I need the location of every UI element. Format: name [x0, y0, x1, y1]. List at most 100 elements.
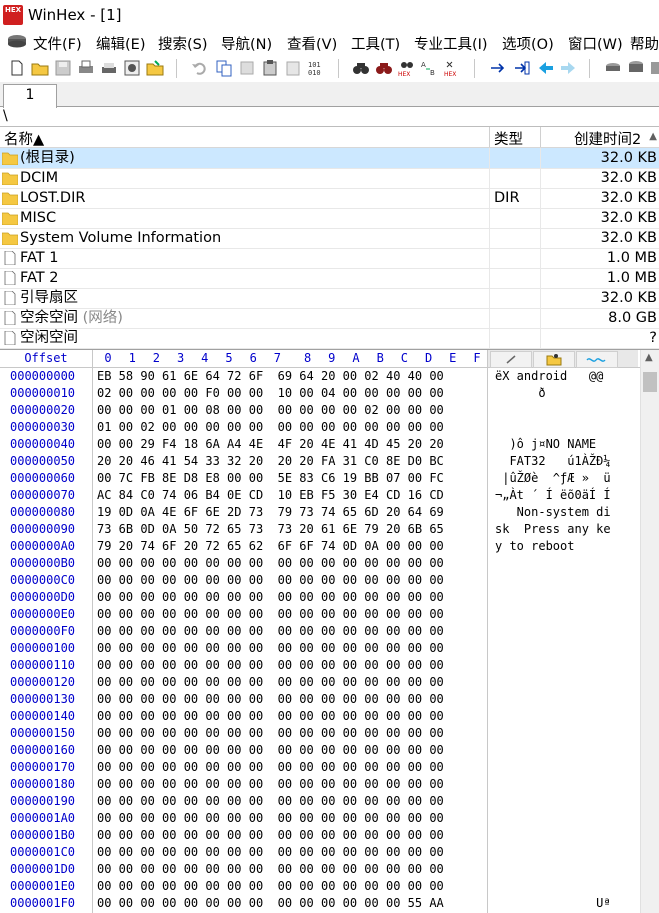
text-folder-button[interactable]	[533, 351, 575, 368]
hex-bytes[interactable]: 00 00 00 00 00 00 00 00 00 00 00 00 00 0…	[97, 555, 444, 572]
directory-row[interactable]: FAT 2 1.0 MB	[0, 268, 659, 289]
list-scroll-up-icon[interactable]: ▲	[649, 131, 657, 142]
hex-bytes[interactable]: AC 84 C0 74 06 B4 0E CD 10 EB F5 30 E4 C…	[97, 487, 444, 504]
cut-icon[interactable]	[238, 59, 256, 77]
hex-bytes[interactable]: 00 00 00 00 00 00 00 00 00 00 00 00 00 0…	[97, 708, 444, 725]
hex-ascii[interactable]: ëX android @@	[495, 368, 603, 385]
paste-icon[interactable]	[261, 59, 279, 77]
menu-file[interactable]: 文件(F)	[33, 33, 82, 54]
text-edit-button[interactable]	[490, 351, 532, 368]
copy-icon[interactable]	[215, 59, 233, 77]
hex-row[interactable]: 0000001D0 00 00 00 00 00 00 00 00 00 00 0…	[0, 861, 640, 878]
hex-row[interactable]: 000000120 00 00 00 00 00 00 00 00 00 00 0…	[0, 674, 640, 691]
hex-ascii[interactable]: |ûŽØè ^ƒÆ » ü	[495, 470, 610, 487]
hex-bytes[interactable]: 00 00 00 00 00 00 00 00 00 00 00 00 00 0…	[97, 878, 444, 895]
hex-bytes[interactable]: 00 00 00 00 00 00 00 00 00 00 00 00 00 0…	[97, 674, 444, 691]
hex-row[interactable]: 000000130 00 00 00 00 00 00 00 00 00 00 0…	[0, 691, 640, 708]
hex-row[interactable]: 000000110 00 00 00 00 00 00 00 00 00 00 0…	[0, 657, 640, 674]
menu-edit[interactable]: 编辑(E)	[96, 33, 145, 54]
hex-bytes[interactable]: 00 00 00 00 00 00 00 00 00 00 00 00 00 0…	[97, 895, 444, 912]
back-arrow-icon[interactable]	[537, 59, 555, 77]
hex-row[interactable]: 000000040 00 00 29 F4 18 6A A4 4E 4F 20 4…	[0, 436, 640, 453]
hex-row[interactable]: 000000150 00 00 00 00 00 00 00 00 00 00 0…	[0, 725, 640, 742]
disk-stack-icon[interactable]	[627, 59, 645, 77]
hex-bytes[interactable]: 00 00 00 00 00 00 00 00 00 00 00 00 00 0…	[97, 793, 444, 810]
hex-row[interactable]: 000000100 00 00 00 00 00 00 00 00 00 00 0…	[0, 640, 640, 657]
hex-row[interactable]: 000000160 00 00 00 00 00 00 00 00 00 00 0…	[0, 742, 640, 759]
hex-bytes[interactable]: 01 00 02 00 00 00 00 00 00 00 00 00 00 0…	[97, 419, 444, 436]
hex-ascii[interactable]: ¬„Àt ´ Í ëõ0äÍ Í	[495, 487, 611, 504]
open-folder-icon[interactable]	[31, 59, 49, 77]
hex-ascii[interactable]: Uª	[495, 895, 610, 912]
hex-vertical-scrollbar[interactable]: ▲	[640, 350, 659, 913]
menu-tools[interactable]: 工具(T)	[351, 33, 400, 54]
printer-alt-icon[interactable]	[100, 59, 118, 77]
disk-menu-icon[interactable]	[6, 34, 28, 48]
replace-hex-icon[interactable]: HEX	[444, 59, 462, 77]
column-header-type[interactable]: 类型	[494, 128, 523, 149]
find-icon[interactable]	[352, 59, 370, 77]
hex-row[interactable]: 0000001E0 00 00 00 00 00 00 00 00 00 00 0…	[0, 878, 640, 895]
save-icon[interactable]	[54, 59, 72, 77]
column-header-name[interactable]: 名称▲	[4, 128, 44, 149]
hex-row[interactable]: 0000001F0 00 00 00 00 00 00 00 00 00 00 0…	[0, 895, 640, 912]
menu-navigate[interactable]: 导航(N)	[221, 33, 272, 54]
hex-row[interactable]: 000000020 00 00 00 01 00 08 00 00 00 00 0…	[0, 402, 640, 419]
column-divider[interactable]	[489, 127, 490, 147]
hex-row[interactable]: 0000001A0 00 00 00 00 00 00 00 00 00 00 0…	[0, 810, 640, 827]
hex-row[interactable]: 0000000A0 79 20 74 6F 20 72 65 62 6F 6F 7…	[0, 538, 640, 555]
hex-row[interactable]: 000000140 00 00 00 00 00 00 00 00 00 00 0…	[0, 708, 640, 725]
hex-bytes[interactable]: 79 20 74 6F 20 72 65 62 6F 6F 74 0D 0A 0…	[97, 538, 444, 555]
hex-bytes[interactable]: 00 00 00 00 00 00 00 00 00 00 00 00 00 0…	[97, 810, 444, 827]
hex-ascii[interactable]: y to reboot	[495, 538, 574, 555]
directory-row[interactable]: 空余空间 (网络) 8.0 GB	[0, 308, 659, 329]
hex-bytes[interactable]: 00 00 00 00 00 00 00 00 00 00 00 00 00 0…	[97, 589, 444, 606]
offset-header[interactable]: Offset	[0, 350, 93, 367]
disk-image-icon[interactable]	[650, 59, 659, 77]
directory-row[interactable]: (根目录) 32.0 KB	[0, 148, 659, 169]
binary-icon[interactable]: 101010	[307, 59, 325, 77]
hex-row[interactable]: 0000000B0 00 00 00 00 00 00 00 00 00 00 0…	[0, 555, 640, 572]
hex-row[interactable]: 0000000E0 00 00 00 00 00 00 00 00 00 00 0…	[0, 606, 640, 623]
hex-row[interactable]: 000000190 00 00 00 00 00 00 00 00 00 00 0…	[0, 793, 640, 810]
hex-bytes[interactable]: 00 00 00 00 00 00 00 00 00 00 00 00 00 0…	[97, 725, 444, 742]
hex-bytes[interactable]: 00 00 00 00 00 00 00 00 00 00 00 00 00 0…	[97, 640, 444, 657]
menu-options[interactable]: 选项(O)	[502, 33, 554, 54]
menu-view[interactable]: 查看(V)	[287, 33, 337, 54]
scroll-up-icon[interactable]: ▲	[645, 352, 653, 363]
hex-bytes[interactable]: 00 00 00 01 00 08 00 00 00 00 00 00 02 0…	[97, 402, 444, 419]
hex-row[interactable]: 0000000C0 00 00 00 00 00 00 00 00 00 00 0…	[0, 572, 640, 589]
column-divider[interactable]	[540, 127, 541, 147]
directory-row[interactable]: FAT 1 1.0 MB	[0, 248, 659, 269]
hex-row[interactable]: 0000000D0 00 00 00 00 00 00 00 00 00 00 0…	[0, 589, 640, 606]
hex-row[interactable]: 000000170 00 00 00 00 00 00 00 00 00 00 0…	[0, 759, 640, 776]
hex-bytes[interactable]: EB 58 90 61 6E 64 72 6F 69 64 20 00 02 4…	[97, 368, 444, 385]
find-hex-icon[interactable]: HEX	[398, 59, 416, 77]
hex-bytes[interactable]: 02 00 00 00 00 F0 00 00 10 00 04 00 00 0…	[97, 385, 444, 402]
hex-bytes[interactable]: 00 00 00 00 00 00 00 00 00 00 00 00 00 0…	[97, 572, 444, 589]
menu-help[interactable]: 帮助	[630, 33, 659, 54]
hex-bytes[interactable]: 00 00 00 00 00 00 00 00 00 00 00 00 00 0…	[97, 844, 444, 861]
scrollbar-thumb[interactable]	[643, 372, 657, 392]
hex-row[interactable]: 000000060 00 7C FB 8E D8 E8 00 00 5E 83 C…	[0, 470, 640, 487]
hex-bytes[interactable]: 00 00 00 00 00 00 00 00 00 00 00 00 00 0…	[97, 861, 444, 878]
tab-1[interactable]: 1	[3, 84, 57, 108]
text-wave-button[interactable]	[576, 351, 618, 368]
hex-row[interactable]: 000000070 AC 84 C0 74 06 B4 0E CD 10 EB F…	[0, 487, 640, 504]
properties-icon[interactable]	[123, 59, 141, 77]
paste-alt-icon[interactable]	[284, 59, 302, 77]
hex-bytes[interactable]: 00 00 00 00 00 00 00 00 00 00 00 00 00 0…	[97, 657, 444, 674]
directory-row[interactable]: MISC 32.0 KB	[0, 208, 659, 229]
hex-bytes[interactable]: 00 00 00 00 00 00 00 00 00 00 00 00 00 0…	[97, 691, 444, 708]
directory-row[interactable]: LOST.DIR DIR 32.0 KB	[0, 188, 659, 209]
hex-bytes[interactable]: 73 6B 0D 0A 50 72 65 73 73 20 61 6E 79 2…	[97, 521, 444, 538]
hex-bytes[interactable]: 00 00 00 00 00 00 00 00 00 00 00 00 00 0…	[97, 742, 444, 759]
undo-icon[interactable]	[190, 59, 208, 77]
directory-row[interactable]: DCIM 32.0 KB	[0, 168, 659, 189]
menu-window[interactable]: 窗口(W)	[568, 33, 623, 54]
hex-bytes[interactable]: 19 0D 0A 4E 6F 6E 2D 73 79 73 74 65 6D 2…	[97, 504, 444, 521]
open-folder-alt-icon[interactable]	[146, 59, 164, 77]
hex-row[interactable]: 000000030 01 00 02 00 00 00 00 00 00 00 0…	[0, 419, 640, 436]
hex-row[interactable]: 0000001B0 00 00 00 00 00 00 00 00 00 00 0…	[0, 827, 640, 844]
menu-search[interactable]: 搜索(S)	[158, 33, 208, 54]
